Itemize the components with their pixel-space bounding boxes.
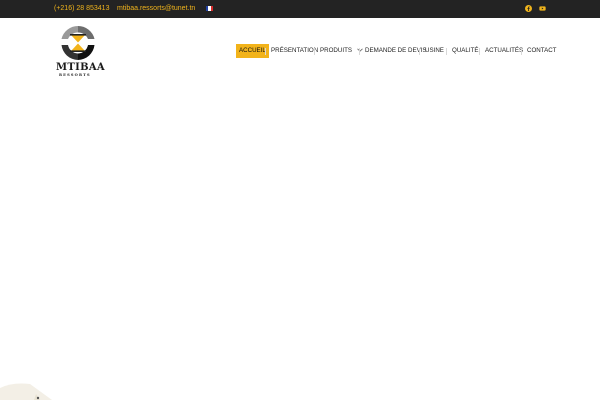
phone-link[interactable]: (+216) 28 853413 (54, 5, 109, 12)
logo-brand-text: MTIBAA (56, 62, 105, 73)
nav-divider (359, 48, 360, 55)
facebook-icon[interactable] (525, 5, 532, 12)
nav-item-qualite[interactable]: QUALITÉ (452, 44, 478, 58)
nav-divider (314, 48, 315, 55)
logo-sub-text: RESSORTS (59, 73, 91, 77)
logo-emblem-icon (61, 26, 95, 60)
brand-logo[interactable]: MTIBAA RESSORTS (54, 24, 105, 78)
nav-item-actualites[interactable]: ACTUALITÉS (485, 44, 523, 58)
youtube-icon[interactable] (539, 5, 546, 12)
email-link[interactable]: mtibaa.ressorts@tunet.tn (117, 5, 195, 12)
fr-flag-icon[interactable] (206, 6, 213, 11)
corner-decoration (0, 383, 52, 400)
nav-divider (419, 48, 420, 55)
nav-item-contact[interactable]: CONTACT (527, 44, 556, 58)
top-bar: (+216) 28 853413 mtibaa.ressorts@tunet.t… (0, 0, 600, 18)
nav-divider (479, 48, 480, 55)
nav-item-presentation[interactable]: PRÉSENTATION (271, 44, 318, 58)
nav-item-produits-label: PRODUITS (320, 47, 352, 54)
nav-divider (446, 48, 447, 55)
nav-divider (521, 48, 522, 55)
nav-item-demande-de-devis[interactable]: DEMANDE DE DEVIS (365, 44, 427, 58)
nav-item-produits[interactable]: PRODUITS (320, 44, 363, 58)
nav-item-usine[interactable]: USINE (425, 44, 444, 58)
nav-divider (265, 48, 266, 55)
nav-item-accueil[interactable]: ACCUEIL (236, 44, 269, 58)
